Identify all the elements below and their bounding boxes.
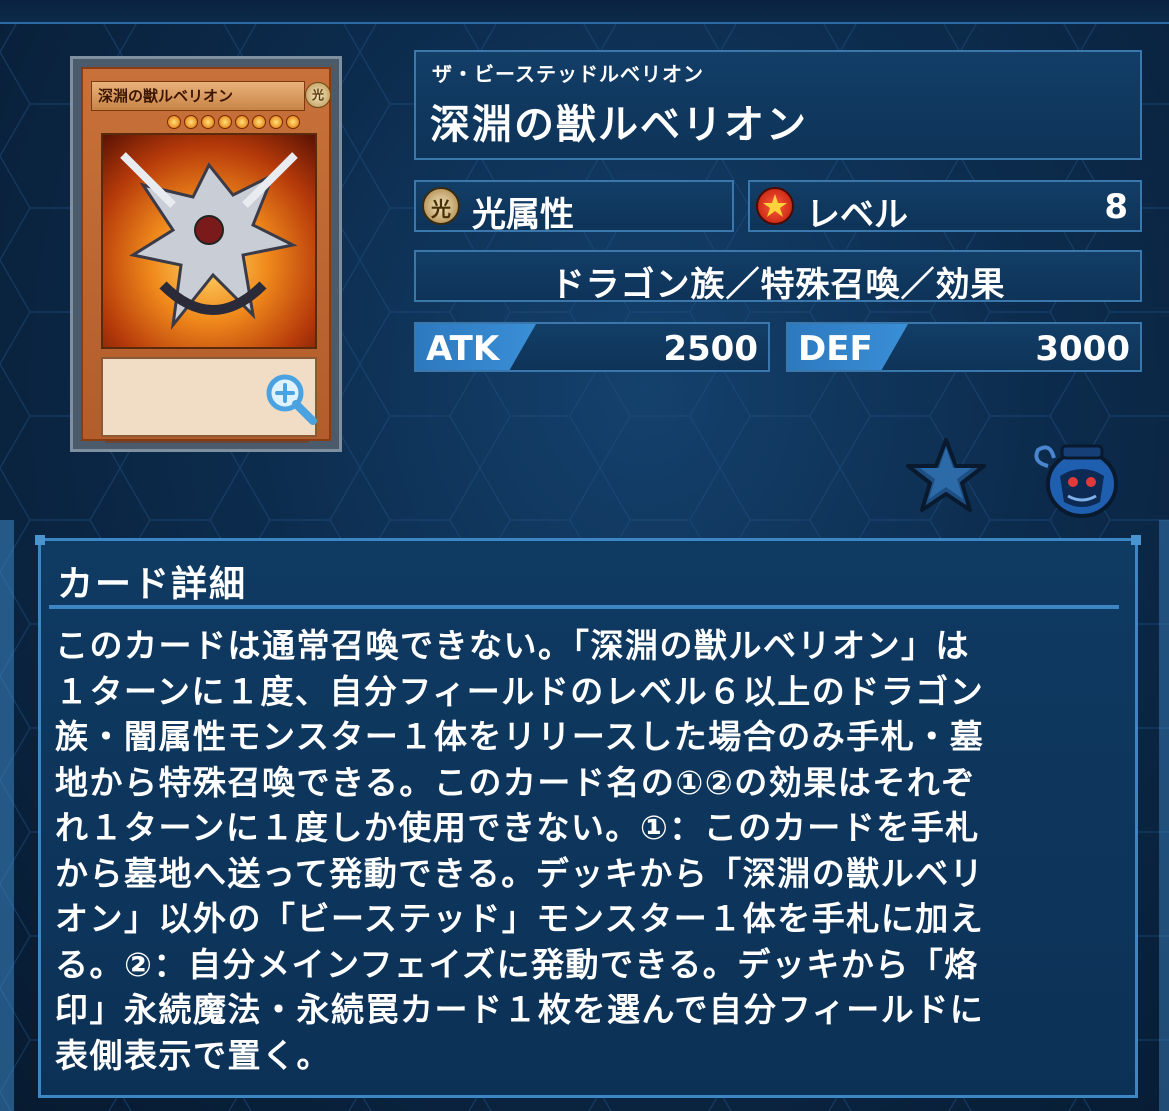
level-star-icon	[756, 187, 794, 225]
effect-line: る。②：自分メインフェイズに発動できる。デッキから「烙	[55, 944, 979, 984]
favorite-star-icon[interactable]	[906, 436, 986, 516]
top-border	[0, 0, 1169, 24]
card-level-star-icon	[201, 115, 215, 129]
level-star-shape-icon	[763, 194, 787, 217]
attribute-label: 光属性	[472, 195, 574, 235]
def-panel: DEF 3000	[786, 322, 1142, 372]
attribute-icon-char: 光	[431, 197, 451, 221]
card-frame: 深淵の獣ルベリオン 光	[81, 67, 331, 443]
dragon-artwork-icon	[120, 152, 298, 331]
card-level-star-icon	[252, 115, 266, 129]
card-image-name: 深淵の獣ルベリオン	[91, 81, 305, 111]
light-attribute-icon: 光	[422, 187, 460, 225]
card-level-stars	[167, 115, 300, 129]
atk-label-box: ATK	[416, 324, 536, 370]
card-image[interactable]: 深淵の獣ルベリオン 光	[70, 56, 342, 452]
atk-value: 2500	[663, 329, 758, 369]
corner-marker	[1131, 535, 1141, 545]
card-level-star-icon	[218, 115, 232, 129]
atk-panel: ATK 2500	[414, 322, 770, 372]
card-effect-text: このカードは通常召喚できない。「深淵の獣ルベリオン」は １ターンに１度、自分フィ…	[55, 623, 1123, 1078]
card-artwork	[101, 133, 317, 349]
effect-line: 族・闇属性モンスター１体をリリースした場合のみ手札・墓	[55, 717, 985, 756]
card-name-panel: ザ・ビーステッドルベリオン 深淵の獣ルベリオン	[414, 50, 1142, 160]
card-name-reading: ザ・ビーステッドルベリオン	[432, 62, 704, 86]
effect-line: 印」永続魔法・永続罠カード１枚を選んで自分フィールドに	[55, 990, 985, 1029]
def-label-box: DEF	[788, 324, 908, 370]
effect-line: れ１ターンに１度しか使用できない。①：このカードを手札	[55, 808, 980, 847]
card-level-star-icon	[286, 115, 300, 129]
monster-type-line: ドラゴン族／特殊召喚／効果	[550, 265, 1006, 305]
pot-of-greed-icon[interactable]	[1030, 432, 1120, 522]
card-details-panel: カード詳細 このカードは通常召喚できない。「深淵の獣ルベリオン」は １ターンに１…	[35, 535, 1141, 1098]
def-value: 3000	[1035, 329, 1130, 369]
level-panel: レベル 8	[748, 180, 1142, 235]
atk-label: ATK	[426, 329, 500, 369]
corner-marker	[35, 535, 45, 545]
card-attribute-symbol: 光	[305, 82, 331, 108]
effect-line: 地から特殊召喚できる。このカード名の①②の効果はそれぞ	[55, 762, 976, 802]
attribute-panel: 光 光属性	[414, 180, 734, 235]
card-level-star-icon	[269, 115, 283, 129]
effect-line: オン」以外の「ビーステッド」モンスター１体を手札に加え	[55, 899, 985, 938]
zoom-in-icon[interactable]	[263, 371, 321, 429]
card-level-star-icon	[235, 115, 249, 129]
card-details-title: カード詳細	[57, 564, 248, 605]
right-edge-bar	[1159, 520, 1169, 1111]
effect-line: このカードは通常召喚できない。「深淵の獣ルベリオン」は	[55, 626, 970, 665]
card-footer	[105, 439, 309, 443]
effect-line: から墓地へ送って発動できる。デッキから「深淵の獣ルベリ	[55, 853, 985, 893]
card-level-star-icon	[167, 115, 181, 129]
card-name-title: 深淵の獣ルベリオン	[430, 102, 808, 148]
details-divider	[49, 605, 1119, 609]
def-label: DEF	[798, 329, 873, 369]
type-panel: ドラゴン族／特殊召喚／効果	[414, 250, 1142, 305]
level-value: 8	[1104, 187, 1128, 227]
effect-line: １ターンに１度、自分フィールドのレベル６以上のドラゴン	[55, 671, 985, 711]
effect-line: 表側表示で置く。	[55, 1035, 331, 1075]
level-label: レベル	[806, 195, 908, 235]
card-level-star-icon	[184, 115, 198, 129]
left-edge-bar	[0, 520, 14, 1111]
